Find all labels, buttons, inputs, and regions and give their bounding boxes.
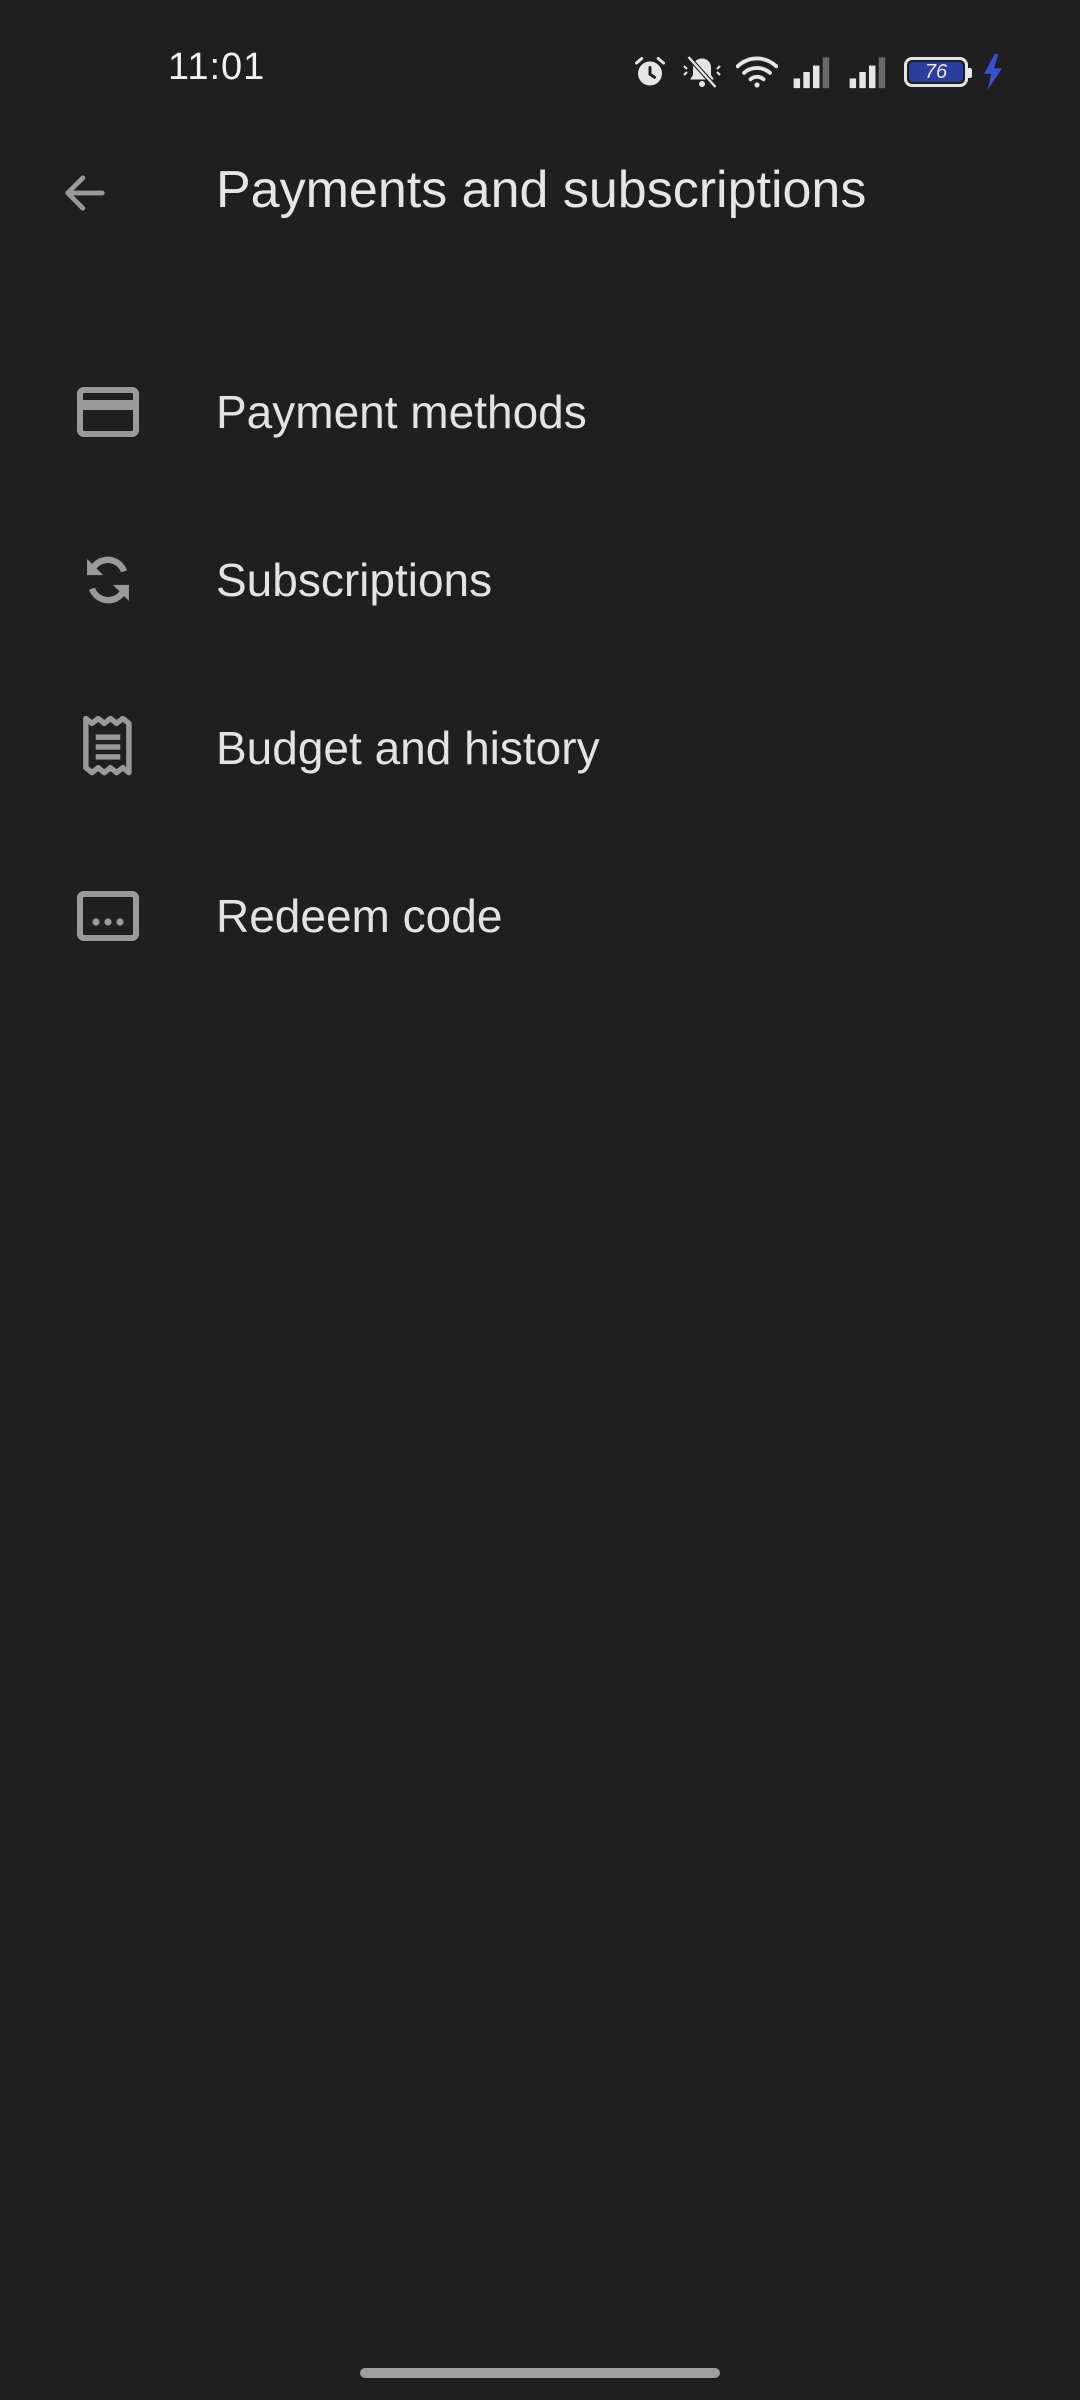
receipt-icon [72, 712, 144, 784]
menu-item-label: Budget and history [216, 722, 600, 774]
battery-level: 76 [909, 62, 963, 82]
menu-item-label: Payment methods [216, 386, 587, 438]
signal-icon [848, 55, 890, 89]
sync-icon [72, 544, 144, 616]
wifi-icon [736, 55, 778, 89]
menu-list: Payment methods Subscriptions Budget and… [0, 328, 1080, 1000]
gesture-navigation-bar[interactable] [360, 2368, 720, 2378]
menu-item-payment-methods[interactable]: Payment methods [0, 328, 1080, 496]
alarm-icon [632, 54, 668, 90]
menu-item-budget-and-history[interactable]: Budget and history [0, 664, 1080, 832]
page-title: Payments and subscriptions [216, 161, 867, 219]
app-bar: Payments and subscriptions [0, 140, 1080, 240]
credit-card-icon [72, 376, 144, 448]
menu-item-label: Redeem code [216, 890, 503, 942]
arrow-back-icon [59, 167, 111, 224]
menu-item-label: Subscriptions [216, 554, 493, 606]
bell-muted-icon [682, 54, 722, 90]
status-icons: 76 [632, 50, 1004, 94]
signal-icon [792, 55, 834, 89]
menu-item-subscriptions[interactable]: Subscriptions [0, 496, 1080, 664]
battery-icon: 76 [904, 57, 972, 87]
screen: 11:01 76 Payments and subscriptions Paym… [0, 0, 1080, 2400]
redeem-code-icon [72, 880, 144, 952]
status-bar: 11:01 76 [0, 0, 1080, 140]
status-time: 11:01 [168, 46, 266, 88]
back-button[interactable] [40, 150, 130, 240]
menu-item-redeem-code[interactable]: Redeem code [0, 832, 1080, 1000]
charging-bolt-icon [982, 54, 1004, 90]
